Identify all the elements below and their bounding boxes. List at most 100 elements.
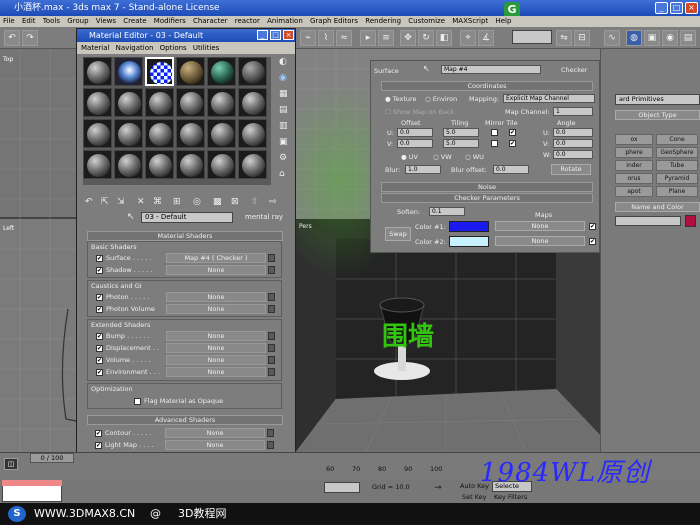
photon-checkbox[interactable]: ✔ [96,294,103,301]
sample-slot[interactable] [145,150,174,179]
teapot-button[interactable]: apot [615,186,653,197]
soften-input[interactable]: 0.1 [429,207,465,216]
quick-render-icon[interactable]: ◉ [662,30,678,46]
show-map-icon[interactable]: ▩ [213,197,222,207]
contour-lock-icon[interactable] [267,429,274,437]
maximize-icon[interactable]: □ [270,30,281,40]
material-shaders-rollout[interactable]: Material Shaders [87,231,283,241]
u-mirror-checkbox[interactable] [491,129,498,136]
go-forward-icon[interactable]: ⇨ [269,197,277,207]
sample-slot[interactable] [238,150,267,179]
show-map-on-back-checkbox[interactable]: ☐ Show Map on Back [385,108,454,116]
video-check-icon[interactable]: ▥ [279,121,288,131]
select-by-material-icon[interactable]: ⌂ [279,169,285,179]
photon-map-button[interactable]: None [166,292,266,302]
site-name[interactable]: 3D教程网 [178,503,226,525]
photon-volume-map-button[interactable]: None [166,304,266,314]
color1-swatch[interactable] [449,221,489,232]
v-offset-input[interactable]: 0.0 [397,139,433,148]
scale-icon[interactable]: ◧ [436,30,452,46]
w-angle-input[interactable]: 0.0 [553,150,593,159]
close-icon[interactable]: × [283,30,294,40]
sample-slot[interactable] [114,119,143,148]
object-color-swatch[interactable] [685,215,696,227]
sample-slot[interactable] [83,57,112,86]
sample-slot[interactable] [114,57,143,86]
move-icon[interactable]: ✥ [400,30,416,46]
menu-animation[interactable]: Animation [267,17,303,25]
noise-rollout[interactable]: Noise [381,182,593,192]
sample-slot[interactable] [238,119,267,148]
surface-map-button[interactable]: Map #4 ( Checker ) [166,253,266,263]
show-end-result-icon[interactable]: ⊠ [231,197,239,207]
texture-radio[interactable]: ● Texture [385,95,417,103]
go-to-parent-icon[interactable]: ⇧ [251,197,259,207]
menu-views[interactable]: Views [96,17,116,25]
v-mirror-checkbox[interactable] [491,140,498,147]
displacement-lock-icon[interactable] [268,344,275,352]
color2-swatch[interactable] [449,236,489,247]
pick-map-icon[interactable]: ↖ [423,64,432,73]
menu-reactor[interactable]: reactor [235,17,260,25]
pick-material-icon[interactable]: ↖ [127,212,135,222]
volume-checkbox[interactable]: ✔ [96,357,103,364]
mirror-icon[interactable]: ⇋ [556,30,572,46]
sample-slot[interactable] [83,88,112,117]
environment-map-button[interactable]: None [166,367,266,377]
material-effects-icon[interactable]: ◎ [193,197,201,207]
material-type-button[interactable]: mental ray [245,213,283,221]
box-button[interactable]: ox [615,134,653,145]
menu-tools[interactable]: Tools [43,17,60,25]
reset-map-icon[interactable]: ✕ [137,197,145,207]
cone-button[interactable]: Cone [656,134,698,145]
flag-opaque-checkbox[interactable] [134,398,141,405]
sample-slot[interactable] [238,88,267,117]
swap-button[interactable]: Swap [385,227,411,241]
geosphere-button[interactable]: GeoSphere [656,147,698,158]
material-name-dropdown[interactable]: 03 - Default [141,212,233,223]
pyramid-button[interactable]: Pyramid [656,173,698,184]
sample-slot[interactable] [207,88,236,117]
key-icon[interactable]: ⊸ [434,483,442,493]
uv-radio[interactable]: ● UV [401,153,418,161]
select-icon[interactable]: ▸ [360,30,376,46]
sample-slot[interactable] [238,57,267,86]
close-button[interactable]: × [685,2,698,14]
sample-slot[interactable] [176,150,205,179]
put-to-scene-icon[interactable]: ⇱ [101,197,109,207]
environment-lock-icon[interactable] [268,368,275,376]
sample-slot[interactable] [176,88,205,117]
site-url[interactable]: WWW.3DMAX8.CN [34,503,135,525]
environment-checkbox[interactable]: ✔ [96,369,103,376]
color1-map-button[interactable]: None [495,221,585,231]
backlight-icon[interactable]: ◉ [279,73,287,83]
align-icon[interactable]: ⊟ [574,30,590,46]
uv-tiling-icon[interactable]: ▤ [279,105,288,115]
sample-slot-active[interactable] [145,57,174,86]
checker-parameters-rollout[interactable]: Checker Parameters [381,193,593,203]
map-name-field[interactable]: Map #4 [441,65,541,74]
menu-utilities[interactable]: Utilities [193,44,219,52]
sample-slot[interactable] [114,150,143,179]
map-channel-input[interactable]: 1 [553,107,593,116]
sample-slot[interactable] [207,119,236,148]
options-icon[interactable]: ⚙ [279,153,287,163]
put-to-library-icon[interactable]: ⊞ [173,197,181,207]
surface-lock-icon[interactable] [268,254,275,262]
shadow-lock-icon[interactable] [268,266,275,274]
menu-rendering[interactable]: Rendering [365,17,401,25]
u-offset-input[interactable]: 0.0 [397,128,433,137]
perspective-viewport[interactable]: Pers [296,219,616,452]
displacement-checkbox[interactable]: ✔ [96,345,103,352]
menu-maxscript[interactable]: MAXScript [452,17,488,25]
menu-customize[interactable]: Customize [408,17,445,25]
sample-slot[interactable] [114,88,143,117]
vw-radio[interactable]: ○ VW [433,153,452,161]
redo-icon[interactable]: ↷ [22,30,38,46]
menu-navigation[interactable]: Navigation [116,44,154,52]
color2-map-button[interactable]: None [495,236,585,246]
rotate-icon[interactable]: ↻ [418,30,434,46]
menu-options[interactable]: Options [160,44,187,52]
material-editor-icon[interactable]: ◍ [626,30,642,46]
name-and-color-rollout[interactable]: Name and Color [615,202,700,212]
